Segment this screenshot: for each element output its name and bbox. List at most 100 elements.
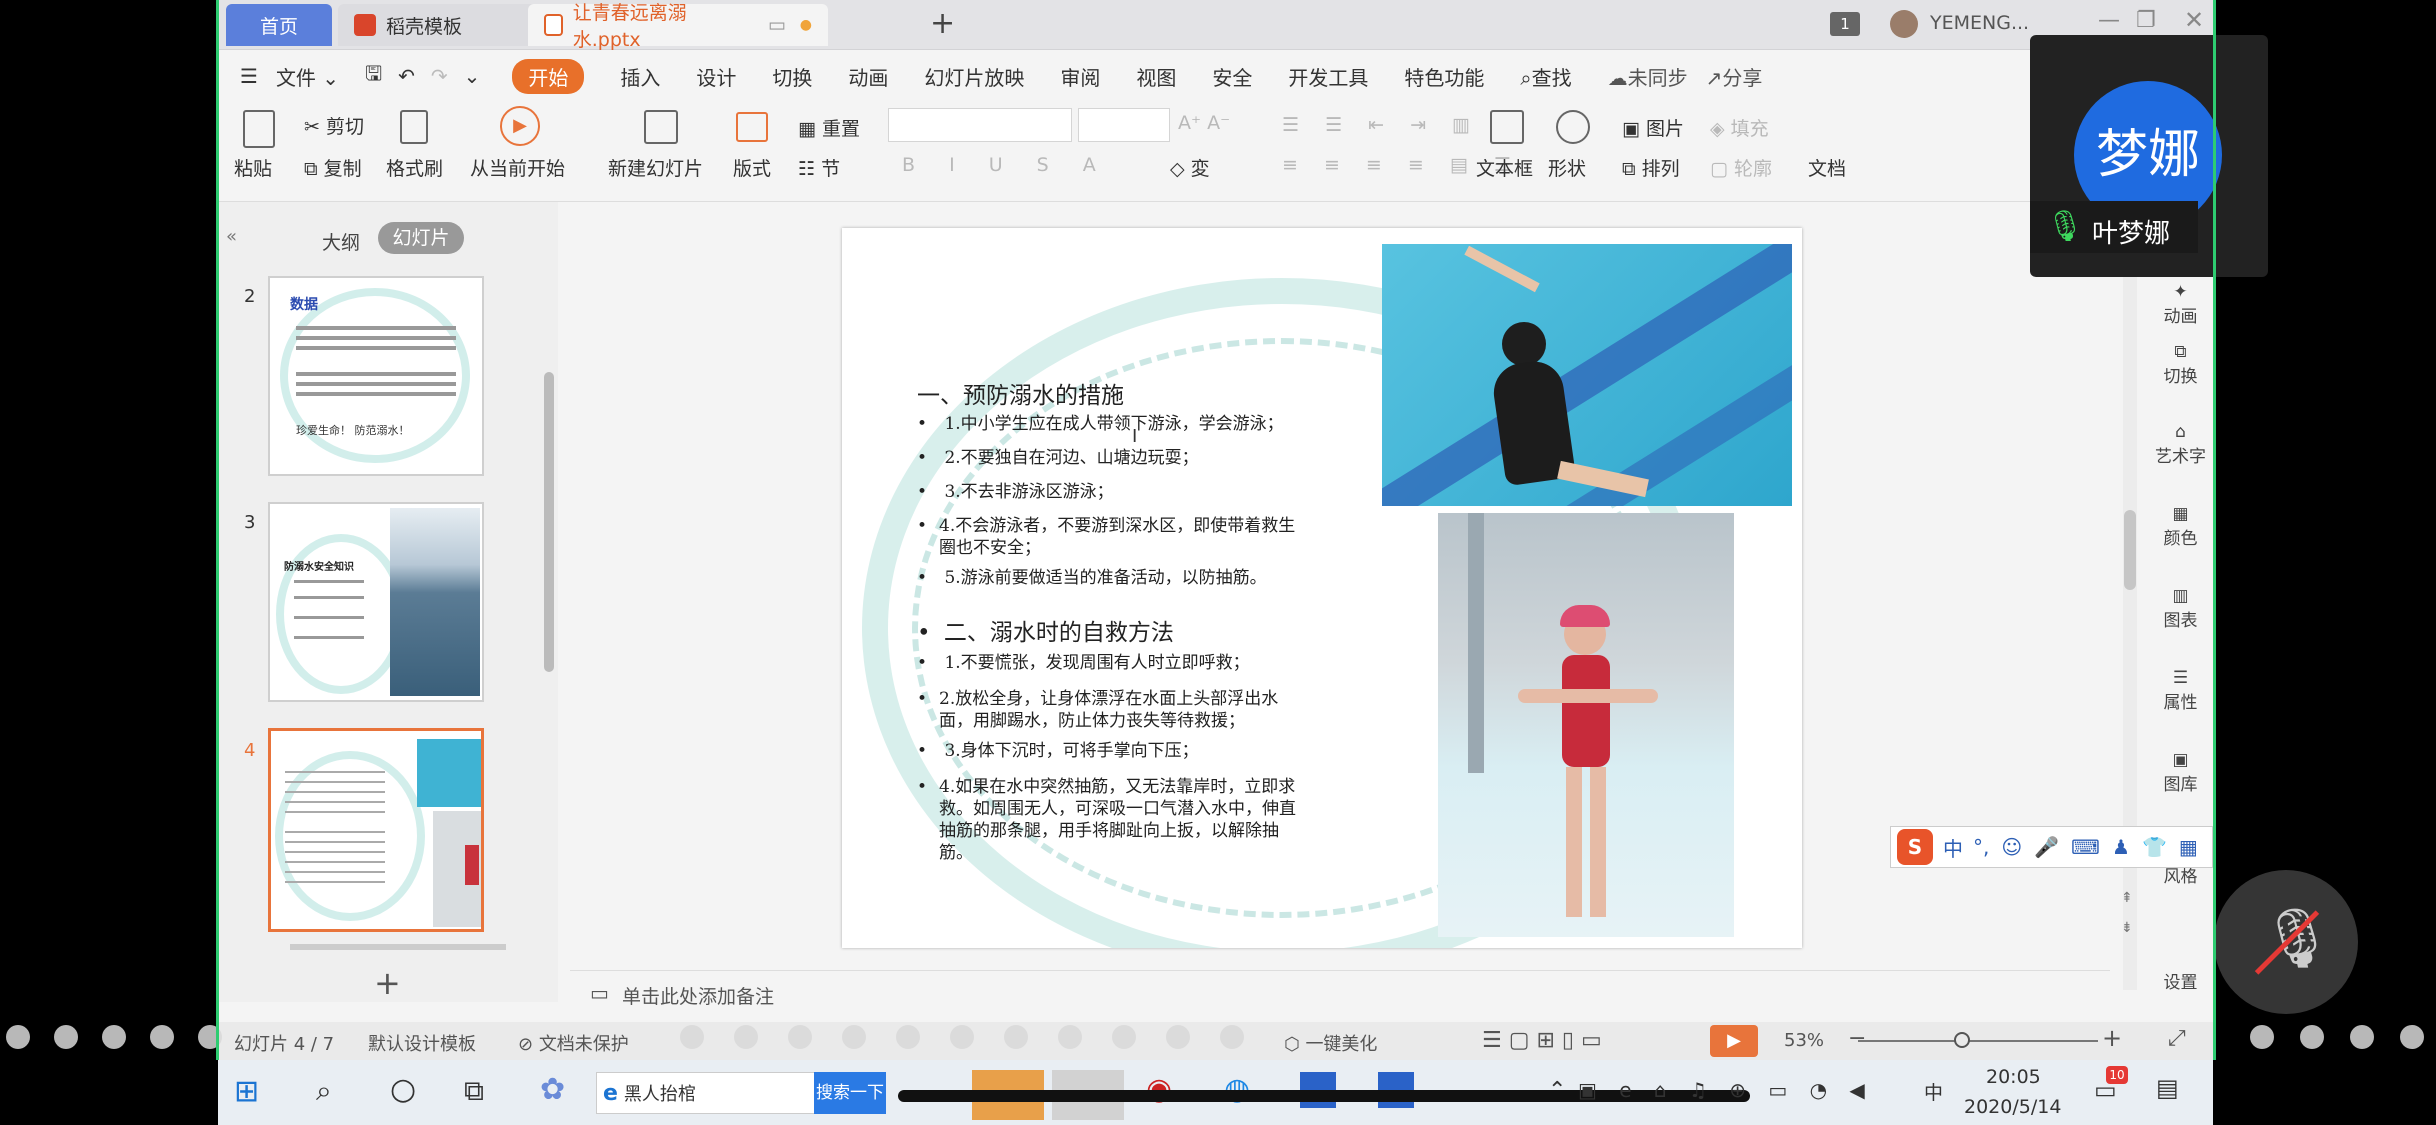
clear-format-icon[interactable]: ◇ 変	[1170, 154, 1210, 181]
font-name-select[interactable]	[888, 108, 1072, 142]
ime-toolbar[interactable]: S 中 °, ☺ 🎤 ⌨ ♟ 👕 ▦	[1890, 826, 2213, 868]
grid-icon[interactable]: ▦	[2179, 835, 2198, 859]
bullet-item[interactable]: • 5.游泳前要做适当的准备活动，以防抽筋。	[917, 567, 1317, 589]
close-icon[interactable]: ✕	[2184, 6, 2204, 34]
menu-design[interactable]: 设计	[696, 62, 736, 91]
layout-icon[interactable]	[736, 112, 768, 142]
menu-file[interactable]: 文件 ⌄	[276, 62, 339, 91]
menu-slideshow[interactable]: 幻灯片放映	[924, 62, 1024, 91]
scroll-down-icon[interactable]: ⇟	[2121, 920, 2133, 936]
bullet-item[interactable]: • 3.身体下沉时，可将手掌向下压；	[917, 740, 1317, 762]
slide-thumbnail-3[interactable]: 防溺水安全知识	[268, 502, 484, 702]
slide-thumbnail-2[interactable]: 数据 珍爱生命！ 防范溺水！	[268, 276, 484, 476]
bullet-item[interactable]: • 3.不去非游泳区游泳；	[917, 481, 1317, 503]
arrange-button[interactable]: ⧉ 排列	[1622, 154, 1680, 181]
tool-chart[interactable]: ▥ 图表	[2148, 586, 2213, 631]
task-view-icon[interactable]: ⧉	[464, 1074, 484, 1108]
tab-template[interactable]: 稻壳模板	[338, 4, 543, 46]
font-grow-icon[interactable]: A⁺ A⁻	[1178, 112, 1230, 134]
meeting-participant-tile[interactable]: 梦娜 🎙 叶梦娜	[2030, 35, 2268, 277]
add-slide-icon[interactable]: +	[374, 964, 401, 1002]
shape-button[interactable]: 形状	[1548, 154, 1586, 181]
tray-icons[interactable]: ▣ e ⌂ ♫ ⊕ ▭ ◔ ◀	[1578, 1078, 1873, 1102]
menu-transition[interactable]: 切换	[772, 62, 812, 91]
clock-date[interactable]: 2020/5/14	[1964, 1096, 2061, 1118]
user-icon[interactable]: ♟	[2112, 835, 2130, 859]
redo-icon[interactable]: ↷	[431, 64, 448, 88]
menu-search[interactable]: ⌕查找	[1520, 62, 1571, 91]
save-icon[interactable]: 🖫	[365, 59, 382, 93]
scroll-thumb[interactable]	[2124, 510, 2136, 590]
ime-punct[interactable]: °,	[1973, 835, 1989, 859]
new-slide-icon[interactable]	[644, 110, 678, 144]
tab-restore-icon[interactable]: ▭	[768, 14, 786, 36]
menu-view[interactable]: 视图	[1136, 62, 1176, 91]
font-size-select[interactable]	[1078, 108, 1170, 142]
maximize-icon[interactable]: ❐	[2136, 8, 2156, 33]
paste-icon[interactable]	[243, 110, 275, 148]
outline-tab[interactable]: 大纲	[322, 228, 360, 255]
swimmer-stretching-photo[interactable]	[1382, 244, 1792, 506]
play-icon[interactable]: ▶	[500, 106, 540, 146]
layout-button[interactable]: 版式	[733, 154, 771, 181]
tray-up-icon[interactable]: ⌃	[1548, 1078, 1566, 1103]
slide-canvas[interactable]: 一、预防溺水的措施 • 1.中小学生应在成人带领下游泳，学会游泳； • 2.不要…	[842, 228, 1802, 948]
menu-animation[interactable]: 动画	[848, 62, 888, 91]
picture-button[interactable]: ▣ 图片	[1622, 114, 1684, 141]
shape-icon[interactable]	[1556, 110, 1590, 144]
tool-wordart[interactable]: ⌂ 艺术字	[2148, 422, 2213, 467]
windows-start-icon[interactable]: ⊞	[234, 1074, 259, 1109]
user-name[interactable]: YEMENG...	[1930, 12, 2029, 34]
cut-button[interactable]: ✂ 剪切	[304, 112, 364, 139]
bullet-item[interactable]: • 2.放松全身，让身体漂浮在水面上头部浮出水面，用脚踢水，防止体力丧失等待救援；	[917, 688, 1317, 732]
bullet-item[interactable]: • 4.不会游泳者，不要游到深水区，即使带着救生圈也不安全；	[917, 515, 1317, 559]
font-style-icons[interactable]: B I U S A	[902, 154, 1110, 176]
notifications-icon[interactable]: ▤	[2156, 1074, 2179, 1102]
bullet-item[interactable]: • 1.不要慌张，发现周围有人时立即呼救；	[917, 652, 1317, 674]
format-painter-button[interactable]: 格式刷	[386, 154, 443, 181]
tool-animation[interactable]: ✦ 动画	[2148, 282, 2213, 327]
tool-color[interactable]: ▦ 颜色	[2148, 504, 2213, 549]
fill-button[interactable]: ◈ 填充	[1710, 114, 1769, 141]
notes-area[interactable]: ▭ 单击此处添加备注	[570, 970, 2110, 1014]
text-box-icon[interactable]	[1490, 110, 1524, 144]
copy-button[interactable]: ⧉ 复制	[304, 154, 362, 181]
format-painter-icon[interactable]	[400, 110, 428, 144]
new-slide-button[interactable]: 新建幻灯片	[608, 154, 703, 181]
menu-home[interactable]: 开始	[512, 58, 585, 94]
tool-properties[interactable]: ☰ 属性	[2148, 668, 2213, 713]
tab-home[interactable]: 首页	[226, 4, 332, 46]
slides-tab[interactable]: 幻灯片	[378, 222, 464, 254]
bullet-item[interactable]: • 1.中小学生应在成人带领下游泳，学会游泳；	[917, 413, 1317, 435]
thumb-scrollbar[interactable]	[544, 372, 554, 672]
cortana-icon[interactable]: ○	[390, 1072, 416, 1107]
ime-lang[interactable]: 中	[1943, 833, 1963, 862]
tray-ime-lang[interactable]: 中	[1924, 1078, 1943, 1105]
text-box-button[interactable]: 文本框	[1476, 154, 1533, 181]
mic-icon[interactable]: 🎤	[2034, 835, 2059, 859]
tool-gallery[interactable]: ▣ 图库	[2148, 750, 2213, 795]
section-button[interactable]: ☷ 节	[798, 154, 840, 181]
menu-security[interactable]: 安全	[1212, 62, 1252, 91]
menu-share[interactable]: ↗分享	[1706, 62, 1763, 91]
undo-icon[interactable]: ↶	[398, 64, 415, 88]
window-count-badge[interactable]: 1	[1830, 12, 1860, 36]
hamburger-icon[interactable]: ☰	[240, 64, 258, 88]
clock-time[interactable]: 20:05	[1986, 1066, 2041, 1088]
play-from-current-button[interactable]: 从当前开始	[470, 154, 565, 181]
user-avatar[interactable]	[1890, 10, 1918, 38]
mute-button[interactable]: 🎙	[2214, 870, 2358, 1014]
collapse-panel-icon[interactable]: «	[226, 226, 237, 247]
tool-transition[interactable]: ⧉ 切换	[2148, 342, 2213, 387]
minimize-icon[interactable]: —	[2098, 8, 2120, 33]
menu-review[interactable]: 审阅	[1060, 62, 1100, 91]
keyboard-icon[interactable]: ⌨	[2071, 835, 2100, 859]
menu-developer[interactable]: 开发工具	[1288, 62, 1368, 91]
document-button[interactable]: 文档	[1808, 154, 1846, 181]
heading-prevention[interactable]: 一、预防溺水的措施	[917, 376, 1124, 410]
app-icon[interactable]: ✿	[540, 1072, 565, 1107]
emoji-icon[interactable]: ☺	[2001, 835, 2022, 859]
tool-settings[interactable]: 设置	[2148, 968, 2213, 993]
paste-button[interactable]: 粘贴	[234, 154, 272, 181]
menu-sync[interactable]: ☁未同步	[1608, 62, 1688, 91]
